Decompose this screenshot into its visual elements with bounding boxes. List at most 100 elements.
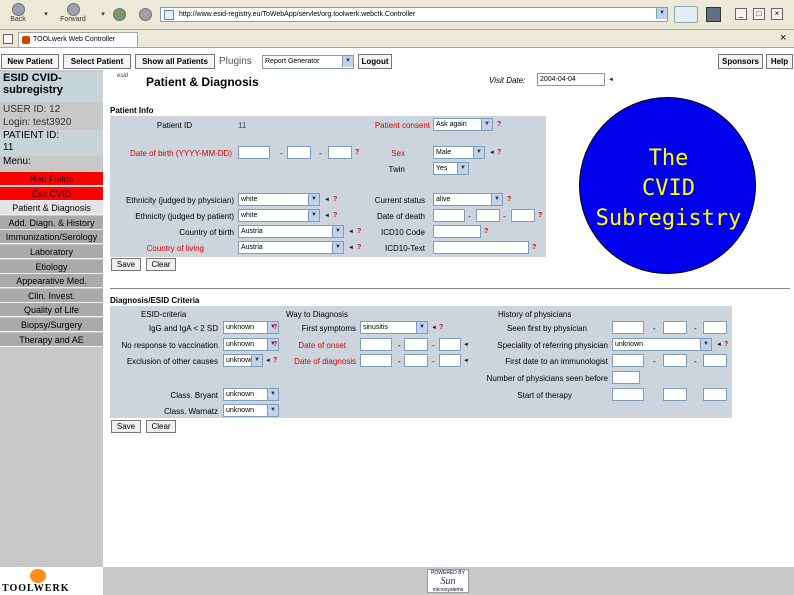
reload-icon[interactable]: [112, 8, 126, 21]
number-physicians-input[interactable]: [612, 371, 640, 384]
speciality-referring-select[interactable]: unknown ▼: [612, 338, 712, 351]
forward-button[interactable]: Forward: [57, 3, 89, 23]
first-imm-day-input[interactable]: [703, 354, 727, 367]
class-warnatz-select[interactable]: unknown ▼: [223, 404, 279, 417]
help-question-icon[interactable]: ?: [538, 212, 545, 220]
diagnosis-clear-button[interactable]: Clear: [146, 420, 176, 433]
show-all-patients-button[interactable]: Show all Patients: [135, 54, 215, 69]
sidebar-item-therapy-and-ae[interactable]: Therapy and AE: [0, 332, 103, 347]
start-therapy-year-input[interactable]: [612, 388, 644, 401]
onset-day-input[interactable]: [439, 338, 461, 351]
help-question-icon[interactable]: ?: [439, 324, 446, 332]
patient-save-button[interactable]: Save: [111, 258, 141, 271]
triangle-left-icon[interactable]: ◄: [265, 357, 271, 365]
go-button[interactable]: [674, 6, 698, 23]
seen-first-month-input[interactable]: [663, 321, 687, 334]
minimize-button[interactable]: _: [735, 8, 747, 20]
first-symptoms-select[interactable]: sinusitis ▼: [360, 321, 428, 334]
onset-month-input[interactable]: [404, 338, 428, 351]
help-question-icon[interactable]: ?: [333, 212, 340, 220]
sidebar-item-biopsy-surgery[interactable]: Biopsy/Surgery: [0, 318, 103, 332]
first-imm-month-input[interactable]: [663, 354, 687, 367]
exclusion-other-causes-select[interactable]: unknown ▼: [223, 354, 263, 367]
new-patient-button[interactable]: New Patient: [1, 54, 59, 69]
first-imm-year-input[interactable]: [612, 354, 644, 367]
help-question-icon[interactable]: ?: [507, 196, 514, 204]
class-bryant-select[interactable]: unknown ▼: [223, 388, 279, 401]
seen-first-year-input[interactable]: [612, 321, 644, 334]
logout-button[interactable]: Logout: [358, 54, 392, 69]
start-therapy-month-input[interactable]: [663, 388, 687, 401]
plugin-select[interactable]: Report Generator ▼: [262, 55, 354, 69]
help-question-icon[interactable]: ?: [497, 149, 504, 157]
icd10-text-input[interactable]: [433, 241, 529, 254]
help-question-icon[interactable]: ?: [273, 357, 280, 365]
sidebar-item-immunization-serology[interactable]: Immunization/Serology: [0, 230, 103, 245]
sidebar-item-appearative-med[interactable]: Appearative Med.: [0, 274, 103, 289]
igg-iga-select[interactable]: unknown ▼: [223, 321, 279, 334]
patient-clear-button[interactable]: Clear: [146, 258, 176, 271]
help-question-icon[interactable]: ?: [273, 324, 280, 332]
back-button[interactable]: Back: [5, 3, 31, 23]
diagnosis-day-input[interactable]: [439, 354, 461, 367]
sidebar-item-clin-invest[interactable]: Clin. Invest.: [0, 288, 103, 303]
sidebar-item-patient-diagnosis[interactable]: Patient & Diagnosis: [0, 201, 103, 216]
sidebar-item-add-diagn-history[interactable]: Add. Diagn. & History: [0, 215, 103, 230]
triangle-left-icon[interactable]: ◄: [489, 149, 495, 157]
triangle-left-icon[interactable]: ◄: [716, 341, 722, 349]
new-tab-icon[interactable]: [3, 34, 13, 44]
address-bar[interactable]: http://www.esid-registry.eu/ToWebApp/ser…: [160, 7, 668, 22]
forward-dropdown-icon[interactable]: ▾: [98, 10, 108, 18]
patient-consent-select[interactable]: Ask again ▼: [433, 118, 493, 131]
country-of-living-select[interactable]: Austria ▼: [238, 241, 344, 254]
help-question-icon[interactable]: ?: [724, 341, 731, 349]
dob-month-input[interactable]: [287, 146, 311, 159]
start-therapy-day-input[interactable]: [703, 388, 727, 401]
help-question-icon[interactable]: ?: [333, 196, 340, 204]
triangle-left-icon[interactable]: ◄: [463, 341, 469, 349]
sex-select[interactable]: Male ▼: [433, 146, 485, 159]
help-question-icon[interactable]: ?: [484, 228, 491, 236]
visit-date-input[interactable]: 2004-04-04: [537, 73, 605, 86]
sidebar-item-exit-cvid[interactable]: Exit CVID: [0, 186, 103, 201]
country-of-birth-select[interactable]: Austria ▼: [238, 225, 344, 238]
triangle-left-icon[interactable]: ◄: [431, 324, 437, 332]
help-button[interactable]: Help: [766, 54, 793, 69]
dod-year-input[interactable]: [433, 209, 465, 222]
help-question-icon[interactable]: ?: [532, 244, 539, 252]
sponsors-button[interactable]: Sponsors: [718, 54, 763, 69]
dob-year-input[interactable]: [238, 146, 270, 159]
onset-year-input[interactable]: [360, 338, 392, 351]
back-dropdown-icon[interactable]: ▾: [40, 10, 52, 18]
help-question-icon[interactable]: ?: [497, 121, 504, 129]
address-dropdown-icon[interactable]: ▼: [655, 8, 667, 21]
tab-web-controller[interactable]: TOOLwerk Web Controller: [18, 32, 138, 47]
dod-day-input[interactable]: [511, 209, 535, 222]
diagnosis-save-button[interactable]: Save: [111, 420, 141, 433]
ethnicity-patient-select[interactable]: white ▼: [238, 209, 320, 222]
select-patient-button[interactable]: Select Patient: [63, 54, 131, 69]
dob-day-input[interactable]: [328, 146, 352, 159]
stop-icon[interactable]: [138, 8, 152, 21]
current-status-select[interactable]: alive ▼: [433, 193, 503, 206]
sidebar-item-red-fields[interactable]: Red Fields: [0, 172, 103, 186]
triangle-left-icon[interactable]: ◄: [463, 357, 469, 365]
twin-select[interactable]: Yes ▼: [433, 162, 469, 175]
dod-month-input[interactable]: [476, 209, 500, 222]
sidebar-item-etiology[interactable]: Etiology: [0, 259, 103, 274]
no-response-vaccination-select[interactable]: unknown ▼: [223, 338, 279, 351]
seen-first-day-input[interactable]: [703, 321, 727, 334]
triangle-left-icon[interactable]: ◄: [324, 196, 330, 204]
maximize-button[interactable]: □: [753, 8, 765, 20]
sidebar-item-laboratory[interactable]: Laboratory: [0, 245, 103, 259]
triangle-left-icon[interactable]: ◄: [608, 76, 614, 84]
close-tab-icon[interactable]: ×: [780, 32, 786, 44]
close-window-button[interactable]: ×: [771, 8, 783, 20]
icd10-code-input[interactable]: [433, 225, 481, 238]
diagnosis-year-input[interactable]: [360, 354, 392, 367]
diagnosis-month-input[interactable]: [404, 354, 428, 367]
help-question-icon[interactable]: ?: [273, 341, 280, 349]
triangle-left-icon[interactable]: ◄: [324, 212, 330, 220]
sidebar-item-quality-of-life[interactable]: Quality of Life: [0, 303, 103, 318]
ethnicity-physician-select[interactable]: white ▼: [238, 193, 320, 206]
